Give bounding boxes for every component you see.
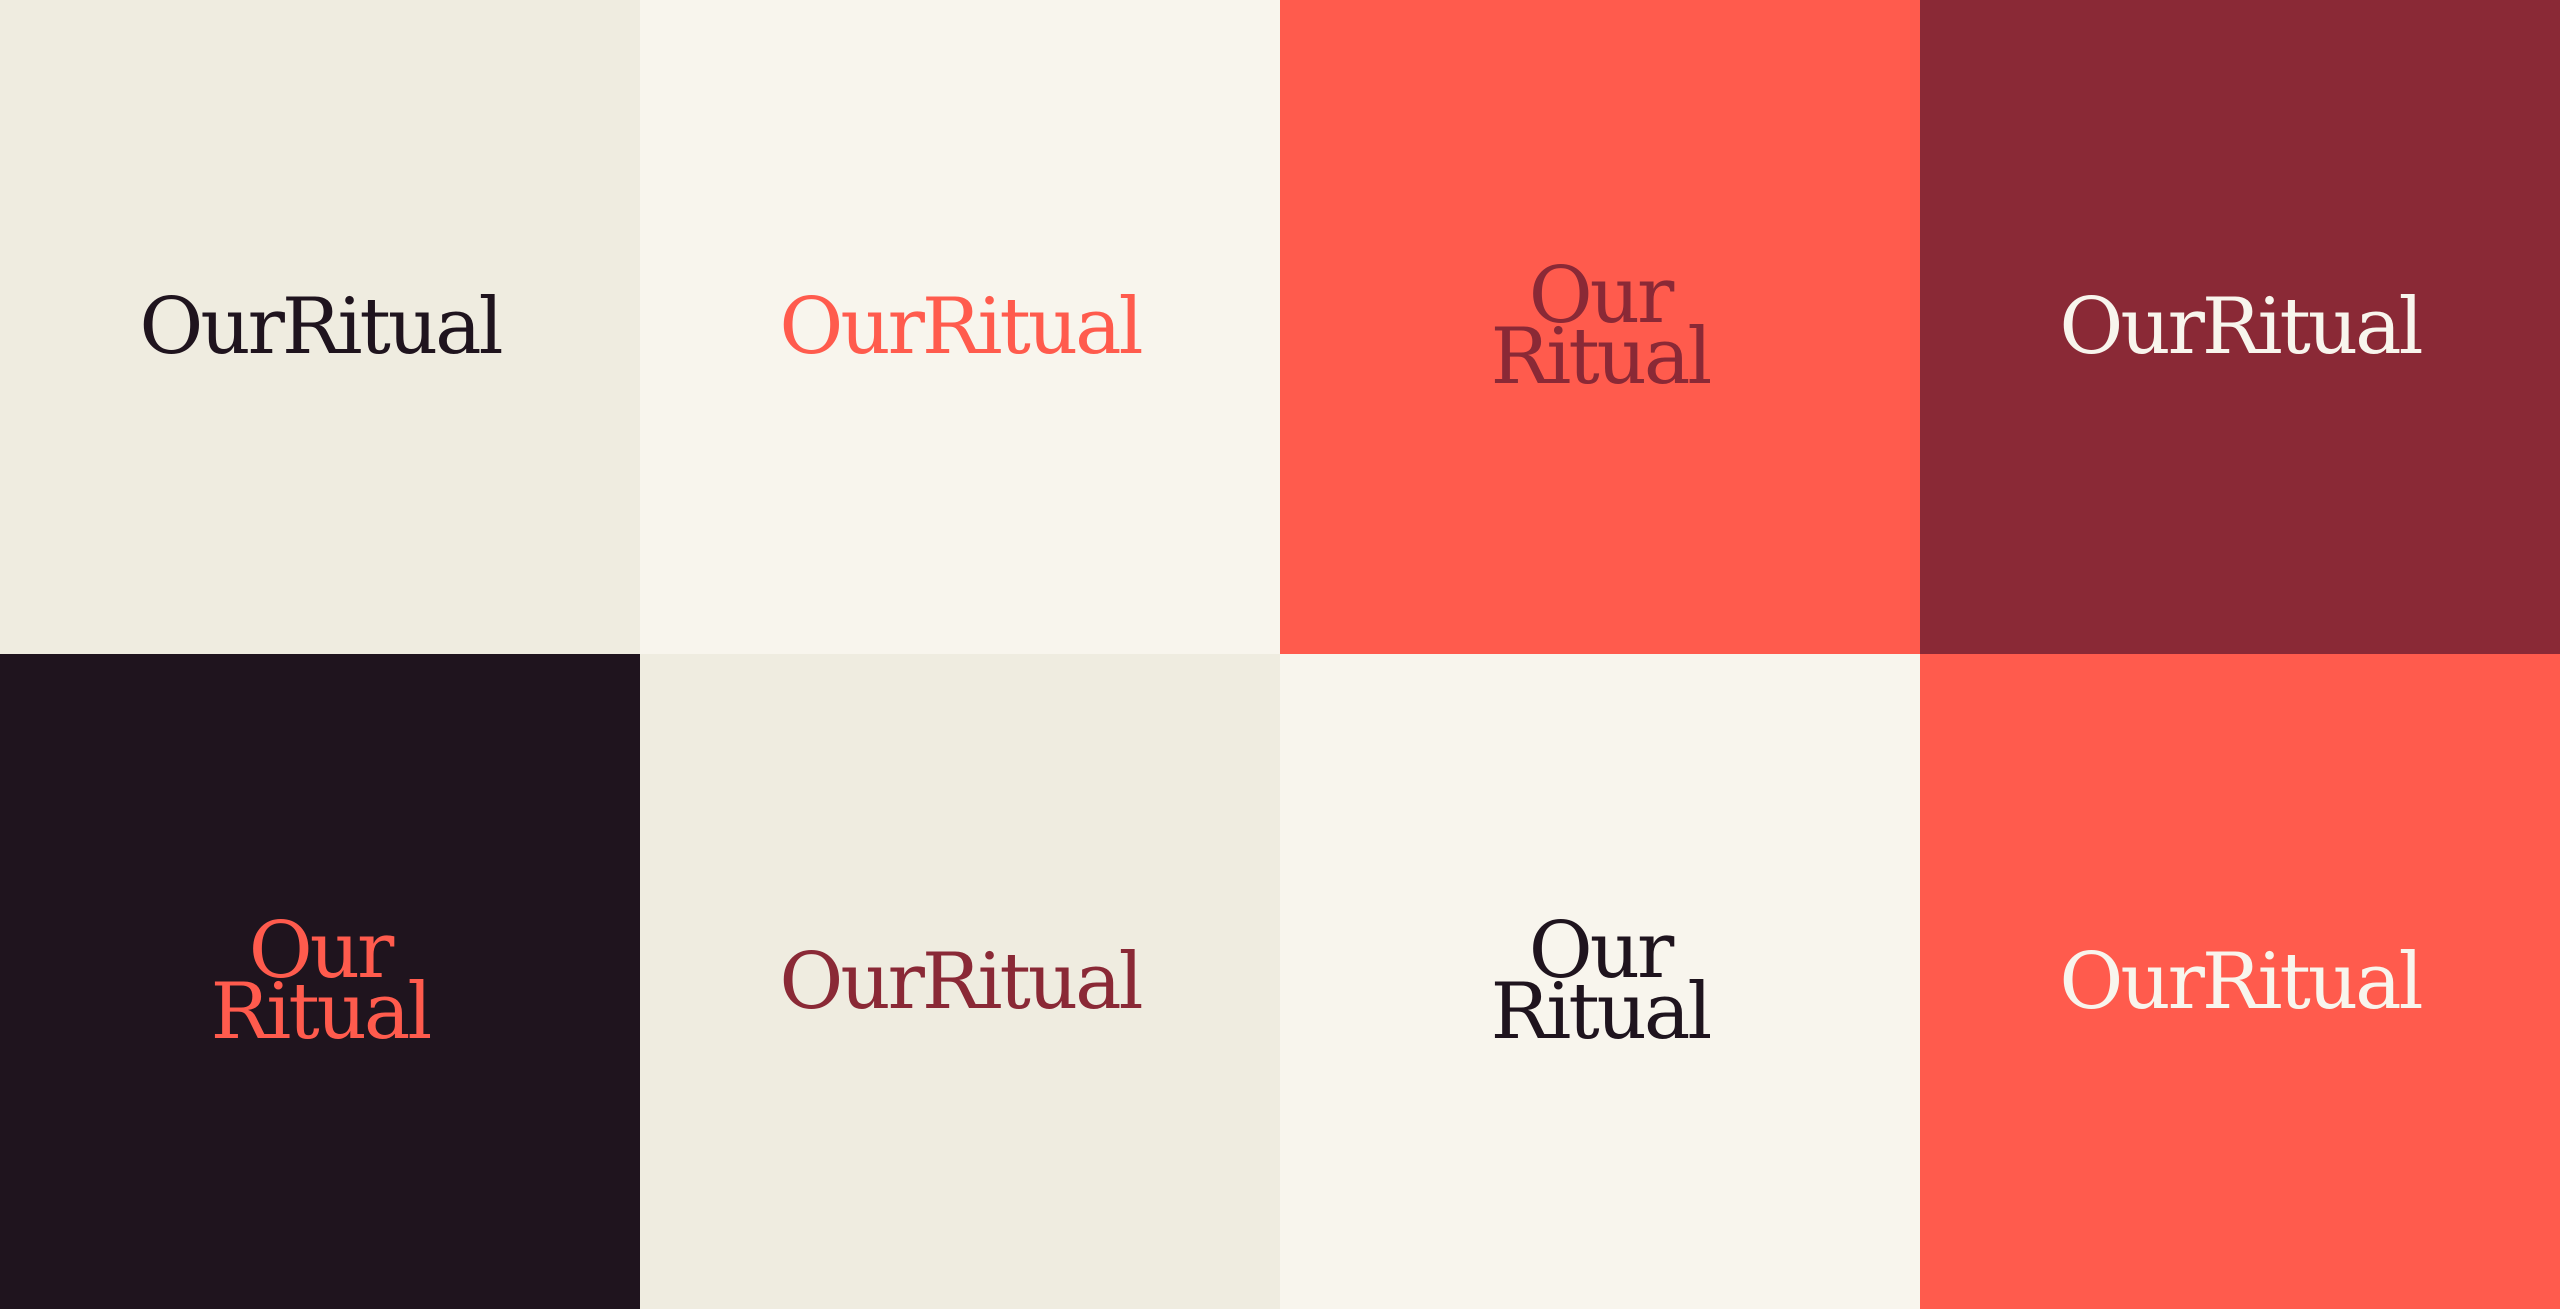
wordmark-stacked: Our Ritual bbox=[210, 912, 433, 1057]
wordmark-inline: OurRitual bbox=[2059, 943, 2423, 1021]
wordmark-inline: OurRitual bbox=[139, 288, 503, 366]
wordmark-inline: OurRitual bbox=[779, 943, 1143, 1021]
wordmark-word-our: Our bbox=[779, 282, 924, 372]
wordmark-word-ritual: Ritual bbox=[281, 282, 504, 372]
logo-tile: OurRitual bbox=[1920, 654, 2560, 1309]
logo-tile: Our Ritual bbox=[1280, 0, 1920, 654]
wordmark-word-our: Our bbox=[779, 936, 924, 1027]
logo-tile: OurRitual bbox=[640, 654, 1280, 1309]
wordmark-word-ritual: Ritual bbox=[1490, 966, 1713, 1057]
wordmark-word-ritual: Ritual bbox=[1490, 312, 1713, 402]
wordmark-word-our: Our bbox=[2059, 282, 2204, 372]
logo-tile: OurRitual bbox=[0, 0, 640, 654]
logo-tile: Our Ritual bbox=[0, 654, 640, 1309]
wordmark-word-ritual: Ritual bbox=[921, 282, 1144, 372]
wordmark-inline: OurRitual bbox=[2059, 288, 2423, 366]
logo-tile: OurRitual bbox=[1920, 0, 2560, 654]
wordmark-word-ritual: Ritual bbox=[210, 966, 433, 1057]
wordmark-stacked: Our Ritual bbox=[1490, 912, 1713, 1057]
logo-tile: Our Ritual bbox=[1280, 654, 1920, 1309]
wordmark-stacked: Our Ritual bbox=[1490, 257, 1713, 402]
logo-tile: OurRitual bbox=[640, 0, 1280, 654]
wordmark-word-ritual: Ritual bbox=[2201, 936, 2424, 1027]
wordmark-word-ritual: Ritual bbox=[921, 936, 1144, 1027]
wordmark-word-ritual: Ritual bbox=[2201, 282, 2424, 372]
wordmark-word-our: Our bbox=[139, 282, 284, 372]
wordmark-inline: OurRitual bbox=[779, 288, 1143, 366]
logo-variations-grid: OurRitual OurRitual Our Ritual OurRitual… bbox=[0, 0, 2560, 1309]
wordmark-word-our: Our bbox=[2059, 936, 2204, 1027]
